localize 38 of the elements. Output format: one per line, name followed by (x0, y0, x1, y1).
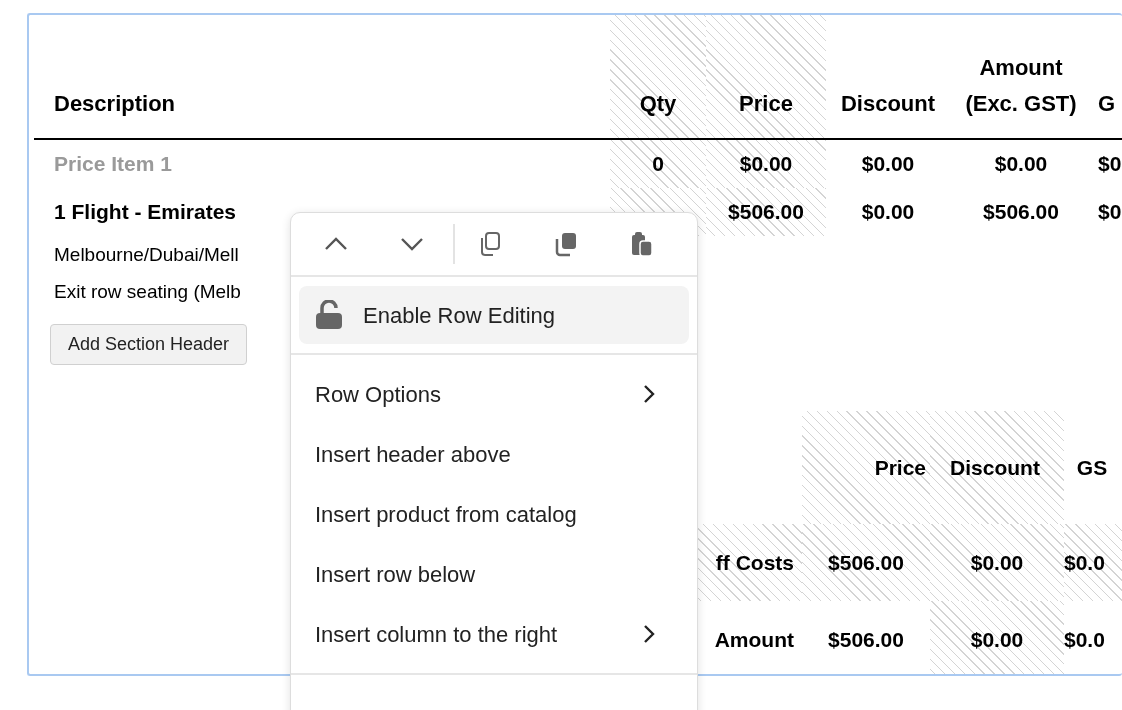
item-name: 1 Flight - Emirates (54, 199, 237, 226)
row-label: Amount (714, 626, 794, 653)
item-name: Price Item 1 (54, 151, 172, 178)
column-header: Qty (639, 90, 677, 118)
column-header: G (1098, 90, 1116, 118)
table-cell-text: $506.00 (828, 549, 904, 576)
column-header: Discount (950, 454, 1040, 481)
menu-item[interactable]: Enable Row Editing (299, 286, 689, 344)
description-text: Melbourne/Dubai/Mell (53, 243, 239, 267)
description-text: Exit row seating (Melb (53, 280, 241, 304)
column-header: Description (54, 90, 176, 118)
table-cell-text: $506.00 (728, 199, 804, 226)
menu-item[interactable]: Row Options (299, 364, 689, 424)
menu-item[interactable]: Insert product from catalog (299, 484, 689, 544)
table-cell-text: $0.00 (861, 199, 915, 226)
table-cell-text: $0.00 (861, 151, 915, 178)
table-cell-text: 0 (652, 151, 664, 178)
table-cell-text: $0.00 (970, 626, 1024, 653)
table-cell-text: $0.00 (739, 151, 793, 178)
column-header: Discount (840, 90, 936, 118)
column-header: Amount (Exc. GST) (964, 54, 1078, 118)
column-header: Price (874, 454, 926, 481)
column-header: Price (739, 90, 793, 118)
table-cell-text: $506.00 (983, 199, 1059, 226)
table-cell-text: $0.0 (1064, 626, 1105, 653)
menu-item[interactable]: Insert row below (299, 544, 689, 604)
table-cell-text: $0 (1098, 151, 1122, 178)
table-cell-text: $0.00 (994, 151, 1048, 178)
column-header: GS (1076, 454, 1108, 481)
menu-item[interactable]: Insert column to the right (299, 604, 689, 664)
table-cell-text: $0.00 (970, 549, 1024, 576)
unlock-icon (315, 300, 343, 330)
add-section-button[interactable]: Add Section Header (50, 324, 248, 365)
table-cell-text: $0 (1098, 199, 1122, 226)
row-label: ff Costs (715, 549, 794, 576)
table-cell-text: $0.0 (1064, 549, 1105, 576)
table-cell-text: $506.00 (828, 626, 904, 653)
menu-item[interactable]: Insert header above (299, 424, 689, 484)
